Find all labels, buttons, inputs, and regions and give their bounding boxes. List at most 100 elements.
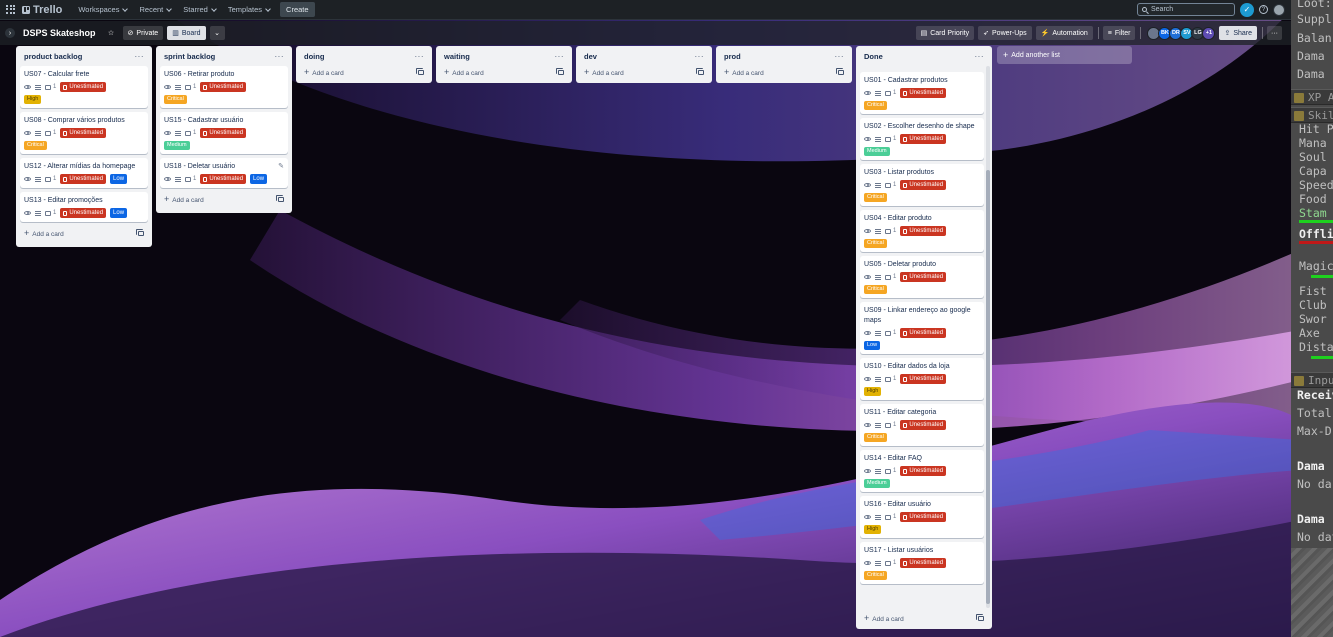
add-card-button[interactable]: + Add a card	[576, 66, 712, 84]
card[interactable]: US12 - Alterar mídias da homepage 1 Unest…	[20, 158, 148, 188]
comment-count: 1	[893, 90, 897, 96]
board-menu-icon[interactable]: ···	[1267, 26, 1282, 40]
list-menu-icon[interactable]: ···	[975, 52, 985, 61]
card-template-icon[interactable]	[976, 613, 984, 621]
list-menu-icon[interactable]: ···	[275, 52, 285, 61]
watch-icon	[24, 85, 31, 89]
card[interactable]: US04 - Editar produto 1 Unestimated Criti…	[860, 210, 984, 252]
card-template-icon[interactable]	[276, 194, 284, 202]
more-members-badge[interactable]: +1	[1202, 26, 1216, 40]
star-icon[interactable]: ☆	[104, 26, 119, 40]
card[interactable]: US05 - Deletar produto 1 Unestimated Crit…	[860, 256, 984, 298]
xp-section-header[interactable]: XP A	[1291, 89, 1333, 105]
plus-icon: +	[724, 67, 730, 77]
comment-count: 1	[893, 560, 897, 566]
add-card-button[interactable]: + Add a card	[716, 66, 852, 84]
menu-workspaces[interactable]: Workspaces	[72, 2, 133, 18]
action-label: Automation	[1052, 29, 1088, 37]
card[interactable]: US01 - Cadastrar produtos 1 Unestimated C…	[860, 72, 984, 114]
share-button[interactable]: ⇪ Share	[1219, 26, 1257, 40]
app-switcher-icon[interactable]	[6, 4, 16, 15]
list-menu-icon[interactable]: ···	[135, 52, 145, 61]
card-template-icon[interactable]	[556, 67, 564, 75]
done-list-scrollbar[interactable]	[986, 66, 990, 608]
list-title[interactable]: waiting	[444, 52, 470, 61]
card-priority-button[interactable]: ▤ Card Priority	[915, 26, 975, 40]
card[interactable]: US16 - Editar usuário 1 Unestimated High	[860, 496, 984, 538]
add-card-button[interactable]: + Add a card	[856, 610, 992, 628]
menu-templates[interactable]: Templates	[222, 2, 276, 18]
power-ups-button[interactable]: ➶ Power-Ups	[978, 26, 1032, 40]
add-list-button[interactable]: + Add another list	[997, 46, 1132, 64]
watch-icon	[864, 229, 871, 233]
card[interactable]: US03 - Listar produtos 1 Unestimated Crit…	[860, 164, 984, 206]
add-card-button[interactable]: + Add a card	[296, 66, 432, 84]
card-title: US12 - Alterar mídias da homepage	[24, 163, 136, 170]
notifications-icon[interactable]: ✓	[1240, 2, 1254, 17]
card[interactable]: US02 - Escolher desenho de shape 1 Unesti…	[860, 118, 984, 160]
search-input[interactable]: Search	[1137, 3, 1235, 16]
view-switcher-chevron-icon[interactable]: ⌄	[209, 26, 225, 40]
card[interactable]: US10 - Editar dados da loja 1 Unestimated…	[860, 358, 984, 400]
add-card-button[interactable]: + Add a card	[436, 66, 572, 84]
list-title[interactable]: product backlog	[24, 52, 82, 61]
skills-section-header[interactable]: Skil	[1291, 107, 1333, 123]
card[interactable]: US15 - Cadastrar usuário 1 Unestimated Me…	[160, 112, 288, 154]
add-card-label: Add a card	[172, 197, 204, 204]
edit-pencil-icon[interactable]: ✎	[278, 162, 284, 170]
description-icon	[875, 560, 881, 566]
account-avatar[interactable]	[1273, 3, 1285, 16]
priority-label: Critical	[864, 239, 887, 248]
plus-icon: +	[164, 194, 170, 204]
priority-badge: Low	[110, 174, 128, 184]
description-icon	[875, 422, 881, 428]
offline-training: Offlin	[1299, 227, 1333, 241]
add-card-button[interactable]: + Add a card	[16, 226, 152, 244]
list-menu-icon[interactable]: ···	[415, 52, 425, 61]
card[interactable]: US17 - Listar usuários 1 Unestimated Crit…	[860, 542, 984, 584]
action-label: Power-Ups	[992, 29, 1027, 37]
list-title[interactable]: prod	[724, 52, 741, 61]
comments-badge: 1	[185, 130, 196, 136]
visibility-button[interactable]: ⊘ Private	[122, 26, 164, 40]
menu-starred[interactable]: Starred	[177, 2, 222, 18]
scrollbar-thumb[interactable]	[986, 170, 990, 604]
list-menu-icon[interactable]: ···	[835, 52, 845, 61]
skill-sword: Swor	[1299, 312, 1327, 326]
done-cards-scroll[interactable]: US01 - Cadastrar produtos 1 Unestimated C…	[856, 66, 992, 610]
card[interactable]: US09 - Linkar endereço ao google maps 1 U…	[860, 302, 984, 354]
list-title[interactable]: dev	[584, 52, 597, 61]
card[interactable]: US08 - Comprar vários produtos 1 Unestima…	[20, 112, 148, 154]
board-title[interactable]: DSPS Skateshop	[23, 28, 96, 38]
list-menu-icon[interactable]: ···	[555, 52, 565, 61]
card[interactable]: US06 - Retirar produto 1 Unestimated Crit…	[160, 66, 288, 108]
card-template-icon[interactable]	[836, 67, 844, 75]
card[interactable]: US07 - Calcular frete 1 Unestimated High	[20, 66, 148, 108]
list-title[interactable]: sprint backlog	[164, 52, 215, 61]
card[interactable]: US14 - Editar FAQ 1 Unestimated Medium	[860, 450, 984, 492]
list-title[interactable]: doing	[304, 52, 324, 61]
filter-button[interactable]: ≡ Filter	[1102, 26, 1136, 40]
menu-recent[interactable]: Recent	[133, 2, 177, 18]
trello-logo[interactable]: Trello	[22, 4, 62, 16]
card[interactable]: US11 - Editar categoria 1 Unestimated Cri…	[860, 404, 984, 446]
card[interactable]: US18 - Deletar usuário ✎ 1 Unestimated Low	[160, 158, 288, 188]
card-title: US14 - Editar FAQ	[864, 455, 922, 462]
plus-icon: +	[304, 67, 310, 77]
card-template-icon[interactable]	[696, 67, 704, 75]
input-section-header[interactable]: Inpu	[1291, 372, 1333, 388]
add-card-button[interactable]: + Add a card	[156, 192, 292, 210]
board-view-button[interactable]: ▥ Board	[167, 26, 206, 40]
estimate-badge: Unestimated	[900, 272, 947, 282]
sidebar-toggle-icon[interactable]: ›	[5, 28, 15, 38]
skill-hitpoints: Hit P	[1299, 122, 1333, 136]
description-icon	[875, 136, 881, 142]
create-button[interactable]: Create	[280, 2, 315, 17]
list-menu-icon[interactable]: ···	[695, 52, 705, 61]
list-title[interactable]: Done	[864, 52, 883, 61]
card-template-icon[interactable]	[136, 228, 144, 236]
card-template-icon[interactable]	[416, 67, 424, 75]
help-icon[interactable]: ?	[1259, 5, 1268, 14]
card[interactable]: US13 - Editar promoções 1 Unestimated Low	[20, 192, 148, 222]
automation-button[interactable]: ⚡ Automation	[1035, 26, 1093, 40]
